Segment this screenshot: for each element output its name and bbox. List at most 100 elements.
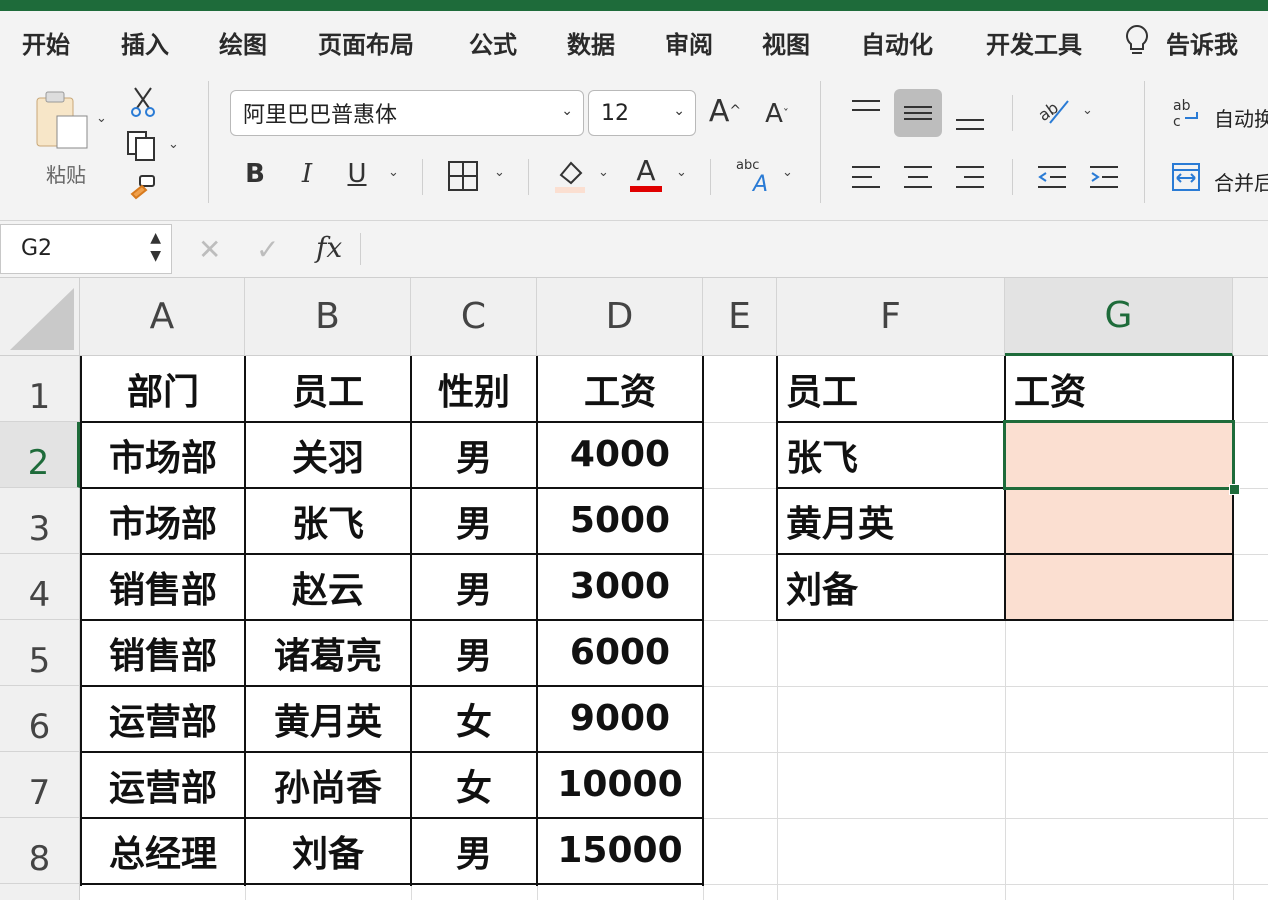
cut-icon[interactable] bbox=[128, 85, 158, 119]
paste-icon[interactable] bbox=[32, 89, 92, 153]
tab-page-layout[interactable]: 页面布局 bbox=[318, 25, 414, 60]
name-box[interactable]: G2 ▲ ▼ bbox=[0, 224, 172, 274]
align-top-icon[interactable] bbox=[848, 93, 884, 127]
tab-automate[interactable]: 自动化 bbox=[861, 25, 933, 60]
lookup-result-cell[interactable] bbox=[1006, 488, 1232, 553]
table-cell[interactable]: 黄月英 bbox=[246, 686, 410, 751]
lookup-header-cell[interactable]: 工资 bbox=[1006, 356, 1232, 421]
table-cell[interactable]: 4000 bbox=[538, 422, 702, 487]
table-cell[interactable]: 孙尚香 bbox=[246, 752, 410, 817]
table-cell[interactable]: 诸葛亮 bbox=[246, 620, 410, 685]
increase-font-size-icon[interactable]: A ^ bbox=[706, 93, 744, 129]
table-cell[interactable]: 赵云 bbox=[246, 554, 410, 619]
borders-icon[interactable] bbox=[446, 159, 480, 193]
tab-review[interactable]: 审阅 bbox=[665, 25, 713, 60]
worksheet-grid[interactable]: A B C D E F G 1 2 3 4 5 6 7 8 部门 员工 性别 工… bbox=[0, 278, 1268, 900]
merge-center-icon[interactable] bbox=[1170, 161, 1202, 193]
row-header-8[interactable]: 8 bbox=[0, 818, 80, 884]
table-cell[interactable]: 刘备 bbox=[246, 818, 410, 883]
select-all-button[interactable] bbox=[0, 278, 80, 356]
table-cell[interactable]: 女 bbox=[412, 752, 536, 817]
table-cell[interactable]: 男 bbox=[412, 620, 536, 685]
table-cell[interactable]: 男 bbox=[412, 554, 536, 619]
format-painter-icon[interactable] bbox=[126, 173, 160, 207]
table-cell[interactable]: 销售部 bbox=[82, 620, 244, 685]
copy-dropdown-icon[interactable]: ⌄ bbox=[168, 137, 179, 152]
decrease-indent-icon[interactable] bbox=[1034, 161, 1070, 193]
lookup-cell[interactable]: 黄月英 bbox=[778, 488, 1004, 553]
bold-button[interactable]: B bbox=[240, 157, 270, 191]
row-header-5[interactable]: 5 bbox=[0, 620, 80, 686]
name-box-stepper-icon[interactable]: ▲ ▼ bbox=[150, 229, 161, 265]
column-header-b[interactable]: B bbox=[245, 278, 411, 356]
row-header-4[interactable]: 4 bbox=[0, 554, 80, 620]
tab-formulas[interactable]: 公式 bbox=[469, 25, 517, 60]
text-style-icon[interactable]: abc A bbox=[734, 155, 776, 195]
table-cell[interactable]: 9000 bbox=[538, 686, 702, 751]
lookup-result-cell[interactable] bbox=[1006, 554, 1232, 619]
column-header-f[interactable]: F bbox=[777, 278, 1005, 356]
row-header-2[interactable]: 2 bbox=[0, 422, 80, 488]
copy-icon[interactable] bbox=[124, 129, 160, 163]
font-size-select[interactable]: 12 ⌄ bbox=[588, 90, 696, 136]
align-bottom-icon[interactable] bbox=[952, 103, 988, 137]
insert-function-icon[interactable]: fx bbox=[316, 231, 342, 264]
merge-center-label[interactable]: 合并后 bbox=[1214, 167, 1268, 196]
table-cell[interactable]: 15000 bbox=[538, 818, 702, 883]
lookup-cell[interactable]: 张飞 bbox=[778, 422, 1004, 487]
row-header-1[interactable]: 1 bbox=[0, 356, 80, 422]
wrap-text-icon[interactable]: ab c bbox=[1170, 95, 1204, 131]
font-color-dropdown-icon[interactable]: ⌄ bbox=[676, 165, 687, 180]
fill-color-dropdown-icon[interactable]: ⌄ bbox=[598, 165, 609, 180]
align-middle-icon[interactable] bbox=[894, 89, 942, 137]
column-header-e[interactable]: E bbox=[703, 278, 777, 356]
lookup-header-cell[interactable]: 员工 bbox=[778, 356, 1004, 421]
tab-insert[interactable]: 插入 bbox=[121, 25, 169, 60]
underline-button[interactable]: U bbox=[342, 157, 372, 191]
row-header-6[interactable]: 6 bbox=[0, 686, 80, 752]
italic-button[interactable]: I bbox=[292, 157, 322, 191]
align-left-icon[interactable] bbox=[848, 161, 884, 193]
formula-input[interactable] bbox=[372, 227, 1252, 271]
row-header-7[interactable]: 7 bbox=[0, 752, 80, 818]
table-cell[interactable]: 女 bbox=[412, 686, 536, 751]
table-header-cell[interactable]: 工资 bbox=[538, 356, 702, 421]
column-header-h[interactable] bbox=[1233, 278, 1268, 356]
table-cell[interactable]: 张飞 bbox=[246, 488, 410, 553]
tab-view[interactable]: 视图 bbox=[762, 25, 810, 60]
tab-developer[interactable]: 开发工具 bbox=[986, 25, 1082, 60]
column-header-a[interactable]: A bbox=[80, 278, 245, 356]
cancel-icon[interactable]: ✕ bbox=[198, 233, 221, 266]
table-cell[interactable]: 市场部 bbox=[82, 422, 244, 487]
wrap-text-label[interactable]: 自动换 bbox=[1214, 103, 1268, 132]
increase-indent-icon[interactable] bbox=[1086, 161, 1122, 193]
table-cell[interactable]: 3000 bbox=[538, 554, 702, 619]
borders-dropdown-icon[interactable]: ⌄ bbox=[494, 165, 505, 180]
row-header-3[interactable]: 3 bbox=[0, 488, 80, 554]
align-right-icon[interactable] bbox=[952, 161, 988, 193]
table-cell[interactable]: 男 bbox=[412, 422, 536, 487]
column-header-g[interactable]: G bbox=[1005, 278, 1233, 356]
underline-dropdown-icon[interactable]: ⌄ bbox=[388, 165, 399, 180]
orientation-icon[interactable]: ab bbox=[1034, 93, 1074, 129]
table-cell[interactable]: 5000 bbox=[538, 488, 702, 553]
tab-tell-me[interactable]: 告诉我 bbox=[1166, 25, 1238, 60]
align-center-icon[interactable] bbox=[900, 161, 936, 193]
table-cell[interactable]: 6000 bbox=[538, 620, 702, 685]
table-cell[interactable]: 男 bbox=[412, 818, 536, 883]
paste-dropdown-icon[interactable]: ⌄ bbox=[96, 111, 107, 126]
tab-draw[interactable]: 绘图 bbox=[219, 25, 267, 60]
table-cell[interactable]: 男 bbox=[412, 488, 536, 553]
column-header-c[interactable]: C bbox=[411, 278, 537, 356]
table-cell[interactable]: 关羽 bbox=[246, 422, 410, 487]
table-header-cell[interactable]: 性别 bbox=[412, 356, 536, 421]
table-cell[interactable]: 市场部 bbox=[82, 488, 244, 553]
text-style-dropdown-icon[interactable]: ⌄ bbox=[782, 165, 793, 180]
font-name-select[interactable]: 阿里巴巴普惠体 ⌄ bbox=[230, 90, 584, 136]
table-cell[interactable]: 运营部 bbox=[82, 752, 244, 817]
fill-handle[interactable] bbox=[1229, 484, 1240, 495]
lookup-cell[interactable]: 刘备 bbox=[778, 554, 1004, 619]
table-header-cell[interactable]: 部门 bbox=[82, 356, 244, 421]
table-cell[interactable]: 运营部 bbox=[82, 686, 244, 751]
tab-data[interactable]: 数据 bbox=[567, 25, 615, 60]
